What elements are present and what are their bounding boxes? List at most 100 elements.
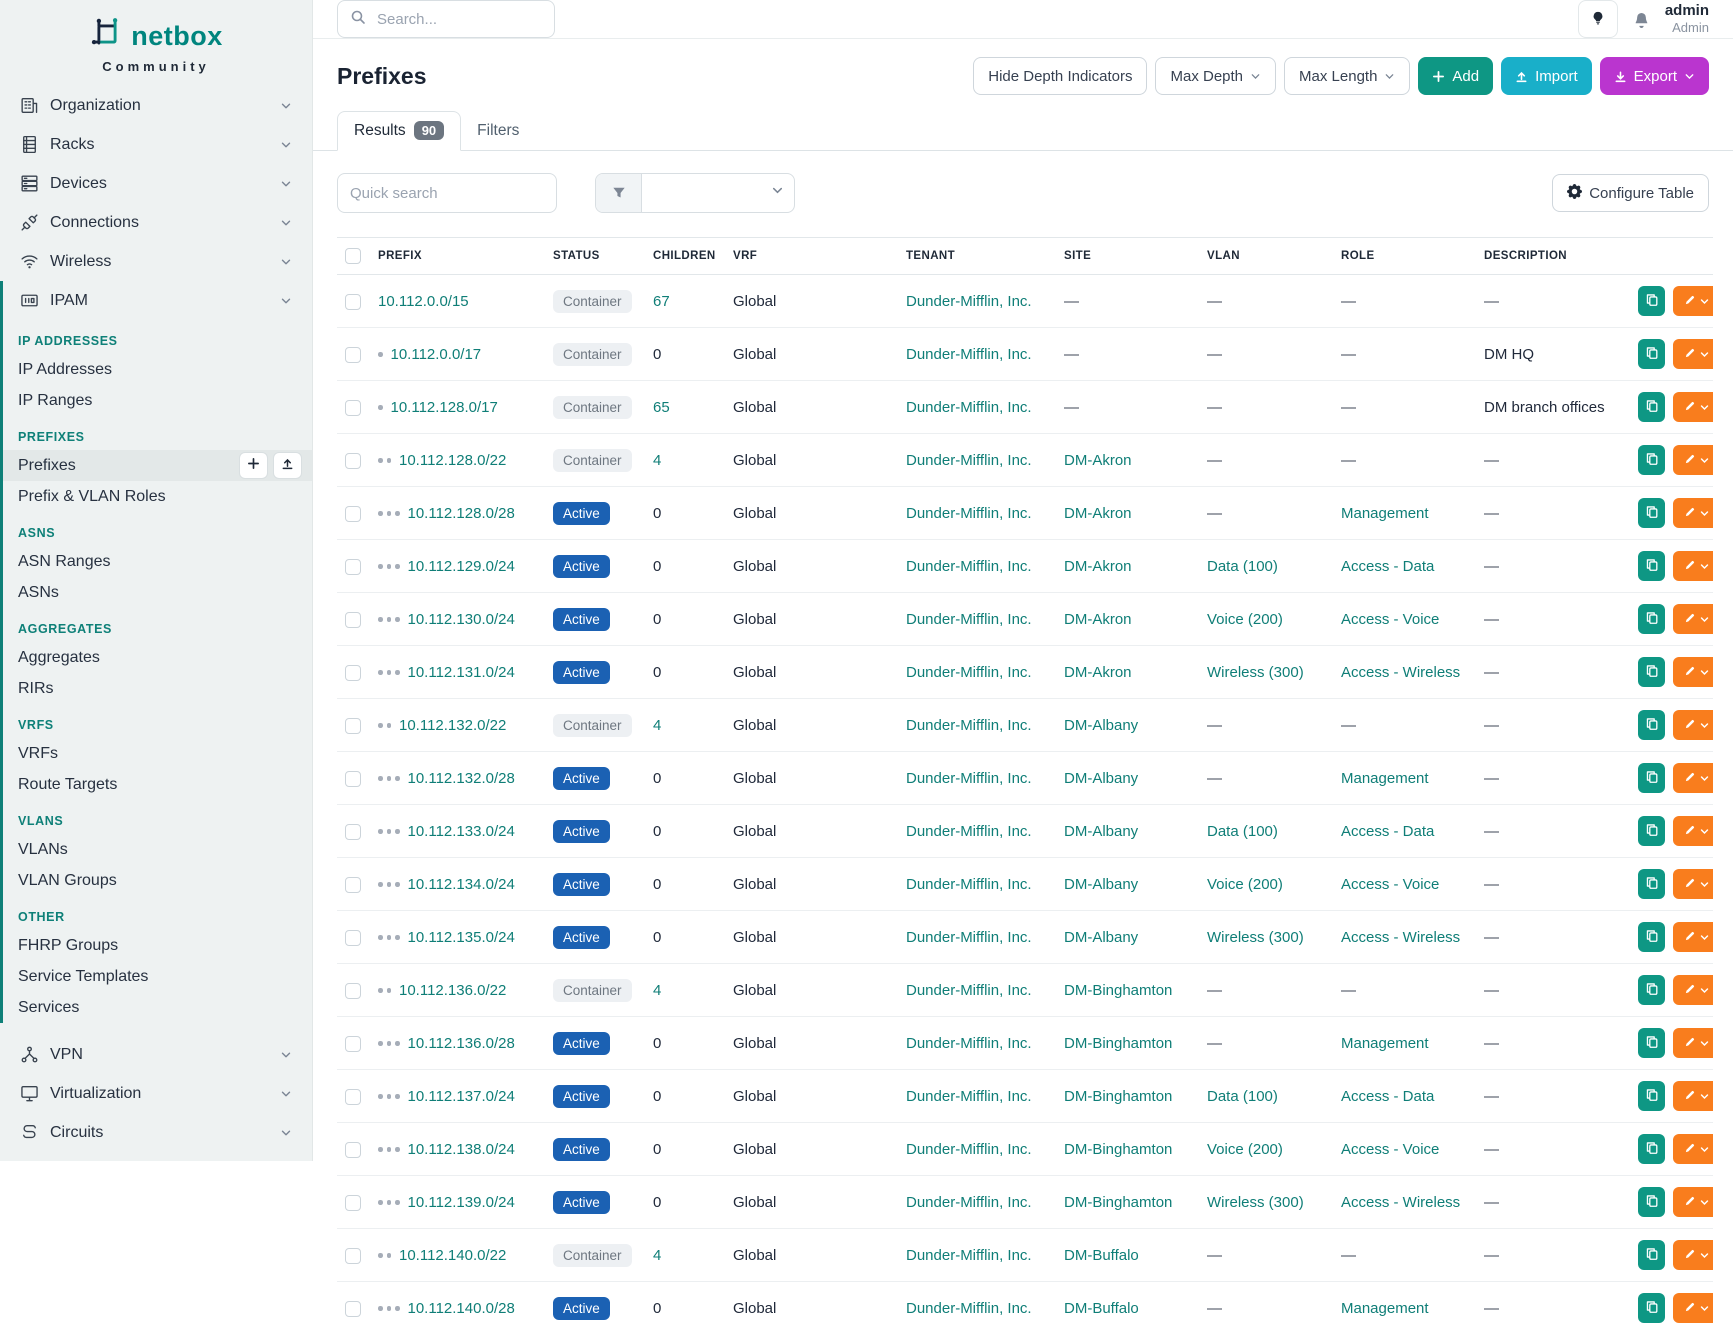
netbox-logo[interactable]: netbox Community <box>0 0 312 74</box>
notifications-bell-icon[interactable] <box>1633 11 1650 28</box>
filter-select[interactable] <box>642 174 794 212</box>
search-input[interactable] <box>375 10 542 29</box>
sidebar-item-devices[interactable]: Devices <box>0 164 312 203</box>
role-link[interactable]: Access - Voice <box>1341 1141 1439 1158</box>
site-link[interactable]: DM-Binghamton <box>1064 1194 1172 1211</box>
sidebar-item-racks[interactable]: Racks <box>0 125 312 164</box>
tenant-link[interactable]: Dunder-Mifflin, Inc. <box>906 293 1032 310</box>
row-checkbox[interactable] <box>345 559 361 575</box>
prefix-link[interactable]: 10.112.128.0/28 <box>408 505 515 522</box>
sidebar-item-organization[interactable]: Organization <box>0 86 312 125</box>
prefix-link[interactable]: 10.112.0.0/17 <box>391 346 482 363</box>
sidebar-item-vrfs[interactable]: VRFs <box>0 738 312 769</box>
site-link[interactable]: DM-Akron <box>1064 664 1132 681</box>
prefix-link[interactable]: 10.112.133.0/24 <box>408 823 515 840</box>
prefix-link[interactable]: 10.112.132.0/28 <box>408 770 515 787</box>
role-link[interactable]: Access - Voice <box>1341 876 1439 893</box>
global-search[interactable] <box>337 0 555 38</box>
prefix-link[interactable]: 10.112.0.0/15 <box>378 293 469 310</box>
clone-button[interactable] <box>1638 975 1665 1005</box>
tenant-link[interactable]: Dunder-Mifflin, Inc. <box>906 1247 1032 1264</box>
site-link[interactable]: DM-Albany <box>1064 929 1138 946</box>
site-link[interactable]: DM-Binghamton <box>1064 982 1172 999</box>
vlan-link[interactable]: Wireless (300) <box>1207 664 1304 681</box>
site-link[interactable]: DM-Buffalo <box>1064 1247 1139 1264</box>
tenant-link[interactable]: Dunder-Mifflin, Inc. <box>906 1088 1032 1105</box>
site-link[interactable]: DM-Akron <box>1064 505 1132 522</box>
tenant-link[interactable]: Dunder-Mifflin, Inc. <box>906 1194 1032 1211</box>
tenant-link[interactable]: Dunder-Mifflin, Inc. <box>906 664 1032 681</box>
row-checkbox[interactable] <box>345 718 361 734</box>
prefix-link[interactable]: 10.112.139.0/24 <box>408 1194 515 1211</box>
clone-button[interactable] <box>1638 286 1665 316</box>
column-header-children[interactable]: CHILDREN <box>645 238 725 275</box>
row-checkbox[interactable] <box>345 983 361 999</box>
sidebar-item-rirs[interactable]: RIRs <box>0 673 312 704</box>
prefix-link[interactable]: 10.112.138.0/24 <box>408 1141 515 1158</box>
clone-button[interactable] <box>1638 604 1665 634</box>
add-button[interactable]: Add <box>1418 57 1493 95</box>
site-link[interactable]: DM-Buffalo <box>1064 1300 1139 1317</box>
prefix-link[interactable]: 10.112.135.0/24 <box>408 929 515 946</box>
edit-button[interactable] <box>1673 1240 1713 1270</box>
vlan-link[interactable]: Voice (200) <box>1207 876 1283 893</box>
children-count-link[interactable]: 67 <box>653 293 670 310</box>
tenant-link[interactable]: Dunder-Mifflin, Inc. <box>906 399 1032 416</box>
prefix-link[interactable]: 10.112.128.0/22 <box>399 452 506 469</box>
tenant-link[interactable]: Dunder-Mifflin, Inc. <box>906 770 1032 787</box>
clone-button[interactable] <box>1638 1293 1665 1323</box>
quick-search-input[interactable] <box>337 173 557 213</box>
sidebar-item-asn-ranges[interactable]: ASN Ranges <box>0 546 312 577</box>
tab-results[interactable]: Results 90 <box>337 111 461 151</box>
theme-toggle-button[interactable] <box>1578 0 1618 38</box>
clone-button[interactable] <box>1638 1081 1665 1111</box>
row-checkbox[interactable] <box>345 824 361 840</box>
clone-button[interactable] <box>1638 339 1665 369</box>
row-checkbox[interactable] <box>345 400 361 416</box>
clone-button[interactable] <box>1638 763 1665 793</box>
prefix-link[interactable]: 10.112.129.0/24 <box>408 558 515 575</box>
sidebar-item-circuits[interactable]: Circuits <box>0 1113 312 1152</box>
tenant-link[interactable]: Dunder-Mifflin, Inc. <box>906 717 1032 734</box>
sidebar-item-virtualization[interactable]: Virtualization <box>0 1074 312 1113</box>
row-checkbox[interactable] <box>345 1301 361 1317</box>
tenant-link[interactable]: Dunder-Mifflin, Inc. <box>906 1141 1032 1158</box>
vlan-link[interactable]: Data (100) <box>1207 1088 1278 1105</box>
clone-button[interactable] <box>1638 869 1665 899</box>
tenant-link[interactable]: Dunder-Mifflin, Inc. <box>906 1035 1032 1052</box>
edit-button[interactable] <box>1673 604 1713 634</box>
prefix-link[interactable]: 10.112.140.0/22 <box>399 1247 506 1264</box>
export-button[interactable]: Export <box>1600 57 1709 95</box>
vlan-link[interactable]: Voice (200) <box>1207 1141 1283 1158</box>
sidebar-item-ip-ranges[interactable]: IP Ranges <box>0 385 312 416</box>
edit-button[interactable] <box>1673 339 1713 369</box>
prefix-link[interactable]: 10.112.140.0/28 <box>408 1300 515 1317</box>
edit-button[interactable] <box>1673 657 1713 687</box>
site-link[interactable]: DM-Akron <box>1064 452 1132 469</box>
sidebar-item-asns[interactable]: ASNs <box>0 577 312 608</box>
clone-button[interactable] <box>1638 816 1665 846</box>
prefix-link[interactable]: 10.112.137.0/24 <box>408 1088 515 1105</box>
configure-table-button[interactable]: Configure Table <box>1552 174 1709 212</box>
tenant-link[interactable]: Dunder-Mifflin, Inc. <box>906 505 1032 522</box>
sidebar-item-ipam[interactable]: IPAM <box>0 281 312 320</box>
row-checkbox[interactable] <box>345 930 361 946</box>
sidebar-item-route-targets[interactable]: Route Targets <box>0 769 312 800</box>
role-link[interactable]: Access - Wireless <box>1341 1194 1460 1211</box>
row-checkbox[interactable] <box>345 453 361 469</box>
vlan-link[interactable]: Voice (200) <box>1207 611 1283 628</box>
row-checkbox[interactable] <box>345 347 361 363</box>
column-header-site[interactable]: SITE <box>1056 238 1199 275</box>
edit-button[interactable] <box>1673 816 1713 846</box>
prefix-link[interactable]: 10.112.131.0/24 <box>408 664 515 681</box>
role-link[interactable]: Management <box>1341 1035 1429 1052</box>
edit-button[interactable] <box>1673 1081 1713 1111</box>
clone-button[interactable] <box>1638 657 1665 687</box>
role-link[interactable]: Access - Voice <box>1341 611 1439 628</box>
row-checkbox[interactable] <box>345 612 361 628</box>
column-header-status[interactable]: STATUS <box>545 238 645 275</box>
sidebar-item-ip-addresses[interactable]: IP Addresses <box>0 354 312 385</box>
edit-button[interactable] <box>1673 922 1713 952</box>
clone-button[interactable] <box>1638 498 1665 528</box>
edit-button[interactable] <box>1673 975 1713 1005</box>
